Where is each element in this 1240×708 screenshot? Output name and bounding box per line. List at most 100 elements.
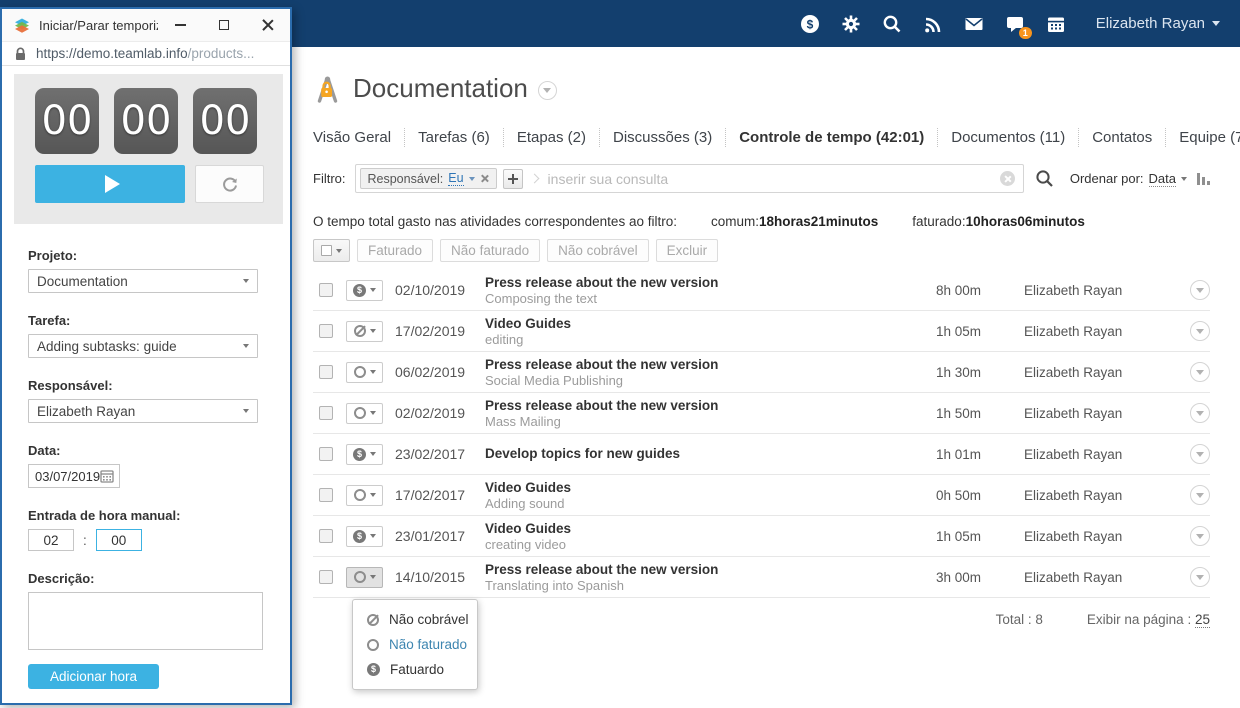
calendar-icon[interactable]: [1046, 14, 1066, 34]
payments-icon[interactable]: $: [800, 14, 820, 34]
tab-vis-o-geral[interactable]: Visão Geral: [313, 128, 404, 147]
search-icon[interactable]: [882, 14, 902, 34]
row-checkbox[interactable]: [319, 365, 333, 379]
tab-contatos[interactable]: Contatos: [1078, 128, 1165, 147]
minutes-input[interactable]: 00: [95, 529, 142, 551]
bulk-button-n-o-cobr-vel[interactable]: Não cobrável: [547, 239, 649, 262]
select-all-dropdown-button[interactable]: [313, 239, 350, 262]
row-checkbox[interactable]: [319, 570, 333, 584]
timer-popup-window: Iniciar/Parar temporiz... https://demo.t…: [0, 7, 292, 705]
sort-value[interactable]: Data: [1148, 171, 1176, 187]
popup-title-bar[interactable]: Iniciar/Parar temporiz...: [2, 9, 290, 41]
filter-search-placeholder[interactable]: inserir sua consulta: [548, 171, 994, 187]
row-person[interactable]: Elizabeth Rayan: [1024, 324, 1190, 339]
row-person[interactable]: Elizabeth Rayan: [1024, 365, 1190, 380]
not-billed-icon: [367, 638, 379, 651]
row-task-title[interactable]: Press release about the new version: [485, 275, 920, 291]
row-task-title[interactable]: Press release about the new version: [485, 562, 920, 578]
menu-item-n-o-cobr-vel[interactable]: Não cobrável: [353, 607, 477, 632]
user-menu[interactable]: Elizabeth Rayan: [1096, 15, 1220, 32]
clear-filter-icon[interactable]: [999, 171, 1015, 186]
project-label: Projeto:: [28, 248, 78, 263]
url-text: https://demo.teamlab.info/products...: [36, 46, 255, 61]
row-actions-button[interactable]: [1190, 485, 1210, 505]
row-status-dropdown-button[interactable]: [346, 361, 383, 383]
tab-equipe-7-[interactable]: Equipe (7): [1165, 128, 1240, 147]
maximize-button[interactable]: [202, 9, 246, 41]
row-status-dropdown-button[interactable]: $: [346, 279, 383, 301]
row-person[interactable]: Elizabeth Rayan: [1024, 447, 1190, 462]
row-checkbox[interactable]: [319, 324, 333, 338]
row-status-dropdown-button[interactable]: $: [346, 525, 383, 547]
mail-icon[interactable]: [964, 14, 984, 34]
sort-direction-icon[interactable]: [1197, 172, 1210, 185]
project-select[interactable]: Documentation: [28, 269, 258, 293]
row-status-dropdown-button[interactable]: [346, 402, 383, 424]
row-status-dropdown-button[interactable]: $: [346, 443, 383, 465]
row-task-title[interactable]: Press release about the new version: [485, 357, 920, 373]
row-actions-button[interactable]: [1190, 403, 1210, 423]
description-textarea[interactable]: [28, 592, 263, 650]
row-checkbox[interactable]: [319, 406, 333, 420]
row-checkbox[interactable]: [319, 488, 333, 502]
row-task-subtitle: Translating into Spanish: [485, 577, 624, 593]
page-title-dropdown-button[interactable]: [537, 81, 557, 100]
row-status-dropdown-button[interactable]: [346, 484, 383, 506]
menu-item-n-o-faturado[interactable]: Não faturado: [353, 632, 477, 657]
tab-controle-de-tempo-42-01-[interactable]: Controle de tempo (42:01): [725, 128, 937, 147]
search-submit-icon[interactable]: [1035, 169, 1054, 188]
date-input[interactable]: 03/07/2019: [28, 464, 120, 488]
row-actions-button[interactable]: [1190, 321, 1210, 341]
row-person[interactable]: Elizabeth Rayan: [1024, 283, 1190, 298]
row-task-title[interactable]: Video Guides: [485, 316, 920, 332]
row-actions-button[interactable]: [1190, 280, 1210, 300]
row-task-title[interactable]: Develop topics for new guides: [485, 446, 920, 462]
reset-timer-button[interactable]: [195, 165, 264, 203]
select-all-checkbox[interactable]: [321, 245, 332, 256]
row-actions-button[interactable]: [1190, 444, 1210, 464]
minimize-button[interactable]: [158, 9, 202, 41]
row-person[interactable]: Elizabeth Rayan: [1024, 488, 1190, 503]
remove-filter-icon[interactable]: [480, 174, 489, 183]
row-person[interactable]: Elizabeth Rayan: [1024, 570, 1190, 585]
settings-gear-icon[interactable]: [841, 14, 861, 34]
row-actions-button[interactable]: [1190, 567, 1210, 587]
calendar-picker-icon[interactable]: [100, 469, 114, 483]
row-status-dropdown-button[interactable]: [346, 566, 383, 588]
start-timer-button[interactable]: [35, 165, 185, 203]
row-checkbox[interactable]: [319, 529, 333, 543]
row-actions-button[interactable]: [1190, 526, 1210, 546]
per-page-value[interactable]: 25: [1194, 612, 1210, 628]
close-button[interactable]: [246, 9, 290, 41]
bulk-button-faturado[interactable]: Faturado: [357, 239, 434, 262]
tab-discuss-es-3-[interactable]: Discussões (3): [599, 128, 725, 147]
bulk-button-n-o-faturado[interactable]: Não faturado: [440, 239, 541, 262]
filter-chip-value[interactable]: Eu: [448, 171, 464, 186]
talk-chat-icon[interactable]: 1: [1005, 14, 1032, 39]
popup-url-bar[interactable]: https://demo.teamlab.info/products...: [2, 41, 290, 66]
row-task-subtitle: Social Media Publishing: [485, 372, 624, 388]
filter-chip-responsavel[interactable]: Responsável: Eu: [359, 168, 497, 189]
task-select[interactable]: Adding subtasks: guide: [28, 334, 258, 358]
responsible-select[interactable]: Elizabeth Rayan: [28, 399, 258, 423]
tab-tarefas-6-[interactable]: Tarefas (6): [404, 128, 503, 147]
row-task-title[interactable]: Press release about the new version: [485, 398, 920, 414]
row-checkbox[interactable]: [319, 447, 333, 461]
bulk-button-excluir[interactable]: Excluir: [655, 239, 719, 262]
menu-item-fatuardo[interactable]: $ Fatuardo: [353, 657, 477, 682]
add-time-button[interactable]: Adicionar hora: [28, 664, 159, 689]
row-status-dropdown-button[interactable]: [346, 320, 383, 342]
hours-input[interactable]: 02: [28, 529, 74, 551]
row-person[interactable]: Elizabeth Rayan: [1024, 406, 1190, 421]
feed-icon[interactable]: [923, 14, 943, 34]
row-actions-button[interactable]: [1190, 362, 1210, 382]
row-task-title[interactable]: Video Guides: [485, 521, 920, 537]
tab-etapas-2-[interactable]: Etapas (2): [502, 128, 599, 147]
filter-input-box[interactable]: Responsável: Eu inserir sua consulta: [354, 164, 1024, 193]
row-person[interactable]: Elizabeth Rayan: [1024, 529, 1190, 544]
row-task-title[interactable]: Video Guides: [485, 480, 920, 496]
add-filter-button[interactable]: [502, 168, 523, 189]
minimize-icon: [174, 24, 186, 26]
row-checkbox[interactable]: [319, 283, 333, 297]
tab-documentos-11-[interactable]: Documentos (11): [937, 128, 1078, 147]
